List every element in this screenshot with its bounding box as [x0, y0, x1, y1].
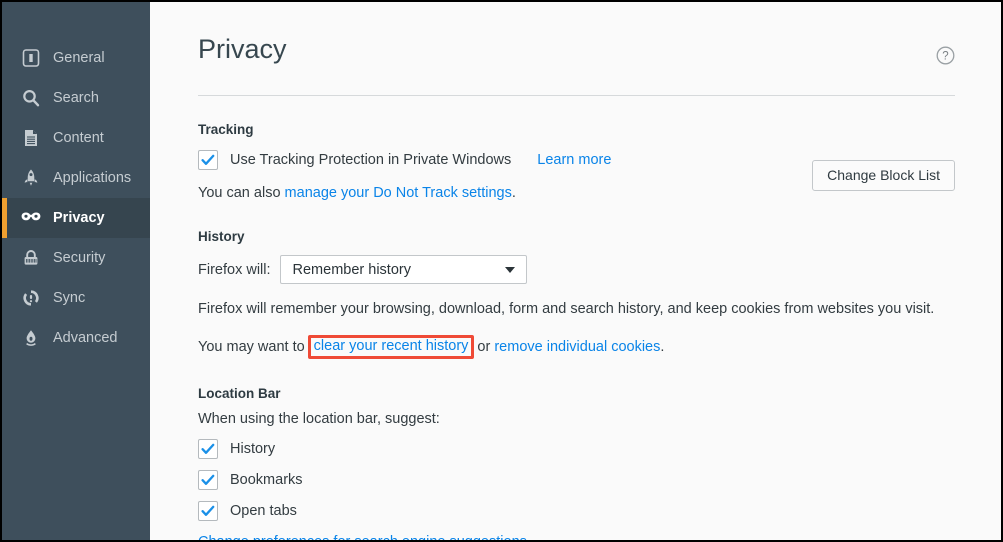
location-bar-intro: When using the location bar, suggest:	[198, 411, 440, 428]
remove-individual-cookies-link[interactable]: remove individual cookies	[494, 338, 660, 356]
history-actions-row: You may want to clear your recent histor…	[198, 335, 955, 359]
sidebar-item-label: Advanced	[53, 329, 118, 346]
sidebar-item-search[interactable]: Search	[2, 78, 150, 118]
location-bar-open-tabs-label: Open tabs	[230, 503, 297, 520]
location-bar-open-tabs-row: Open tabs	[198, 501, 955, 522]
sidebar-item-label: Applications	[53, 169, 132, 186]
change-block-list-button[interactable]: Change Block List	[812, 160, 955, 191]
checkmark-icon	[201, 154, 215, 165]
history-actions-prefix: You may want to	[198, 338, 305, 355]
sidebar-item-label: Security	[53, 249, 106, 266]
do-not-track-note-suffix: .	[511, 184, 516, 201]
sidebar-item-advanced[interactable]: Advanced	[2, 318, 150, 358]
location-bar-history-row: History	[198, 439, 955, 460]
history-mode-value: Remember history	[292, 261, 411, 278]
location-bar-open-tabs-checkbox[interactable]	[198, 501, 218, 522]
history-mode-label: Firefox will:	[198, 261, 271, 278]
sidebar-item-label: Sync	[53, 289, 86, 306]
help-circle-icon[interactable]: ?	[936, 46, 955, 70]
history-description: Firefox will remember your browsing, dow…	[198, 301, 935, 318]
sidebar-item-label: Privacy	[53, 209, 105, 226]
history-section-heading: History	[198, 228, 245, 244]
header-divider	[198, 95, 955, 96]
location-bar-bookmarks-row: Bookmarks	[198, 470, 955, 491]
sync-icon	[20, 287, 42, 309]
sidebar-item-security[interactable]: Security	[2, 238, 150, 278]
location-bar-bookmarks-label: Bookmarks	[230, 472, 303, 489]
search-icon	[20, 87, 42, 109]
checkmark-icon	[201, 475, 215, 486]
change-search-suggestion-prefs-link[interactable]: Change preferences for search engine sug…	[198, 534, 955, 540]
sidebar-item-sync[interactable]: Sync	[2, 278, 150, 318]
content-icon	[20, 127, 42, 149]
location-bar-history-checkbox[interactable]	[198, 439, 218, 460]
do-not-track-settings-link[interactable]: manage your Do Not Track settings	[285, 185, 512, 201]
clear-recent-history-highlight: clear your recent history	[307, 335, 475, 359]
checkmark-icon	[201, 444, 215, 455]
clear-recent-history-link[interactable]: clear your recent history	[314, 338, 469, 354]
location-bar-bookmarks-checkbox[interactable]	[198, 470, 218, 491]
sidebar-item-privacy[interactable]: Privacy	[2, 198, 150, 238]
preferences-window: General Search Content Applications Priv…	[0, 0, 1003, 542]
privacy-mask-icon	[20, 207, 42, 229]
tracking-protection-checkbox[interactable]	[198, 149, 218, 170]
tracking-section-heading: Tracking	[198, 122, 254, 137]
history-actions-suffix: .	[660, 338, 665, 355]
location-bar-history-label: History	[230, 441, 276, 458]
sidebar-item-label: Search	[53, 89, 99, 106]
page-title: Privacy	[198, 34, 287, 64]
chevron-down-icon	[504, 266, 515, 273]
page-header: Privacy ?	[198, 2, 955, 70]
location-bar-section-heading: Location Bar	[198, 385, 281, 401]
sidebar-item-general[interactable]: General	[2, 38, 150, 78]
lock-icon	[20, 247, 42, 269]
privacy-settings-panel: Privacy ? Tracking Use Tracking Protecti…	[150, 2, 1001, 540]
svg-text:?: ?	[942, 51, 948, 63]
history-actions-middle: or	[477, 338, 491, 355]
advanced-icon	[20, 327, 42, 349]
settings-sidebar: General Search Content Applications Priv…	[2, 2, 150, 540]
learn-more-link[interactable]: Learn more	[537, 152, 611, 168]
do-not-track-note-prefix: You can also	[198, 184, 285, 201]
applications-icon	[20, 167, 42, 189]
sidebar-item-content[interactable]: Content	[2, 118, 150, 158]
sidebar-item-applications[interactable]: Applications	[2, 158, 150, 198]
checkmark-icon	[201, 506, 215, 517]
history-mode-row: Firefox will: Remember history	[198, 255, 955, 285]
sidebar-item-label: Content	[53, 129, 104, 146]
sidebar-item-label: General	[53, 49, 105, 66]
tracking-protection-label: Use Tracking Protection in Private Windo…	[230, 151, 512, 168]
history-mode-select[interactable]: Remember history	[279, 255, 527, 285]
general-icon	[20, 47, 42, 69]
